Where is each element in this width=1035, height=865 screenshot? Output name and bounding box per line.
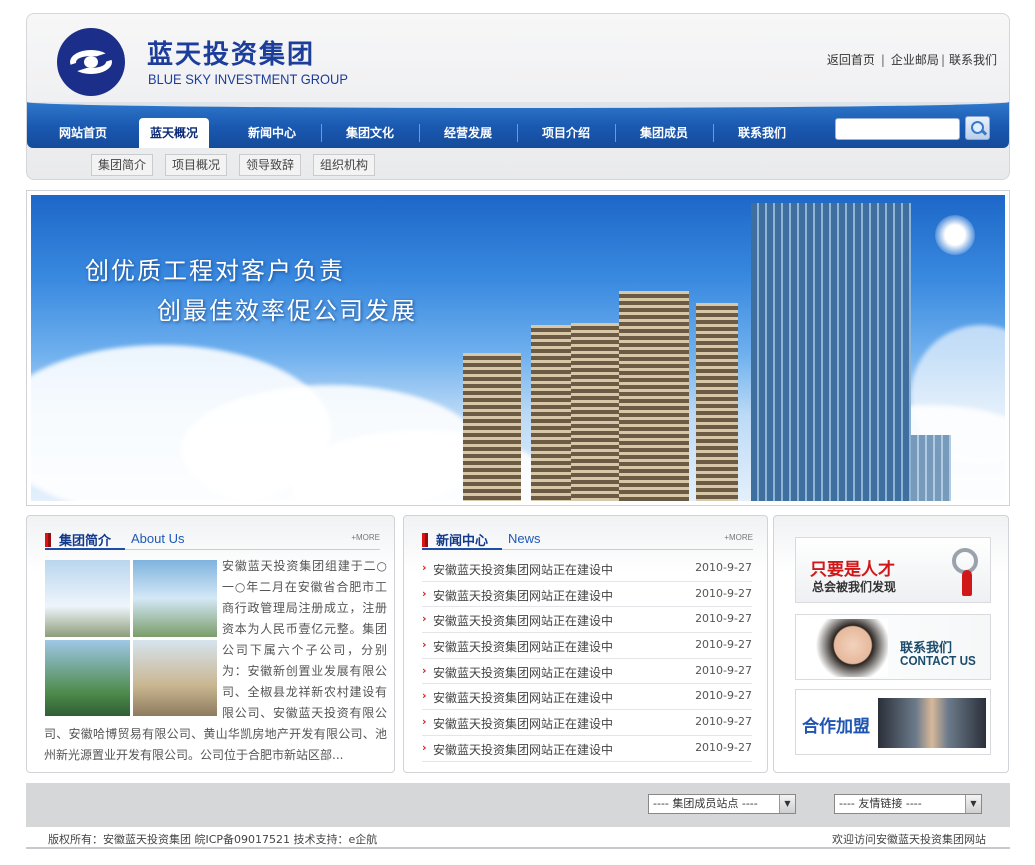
news-item-date: 2010-9-27 bbox=[695, 586, 752, 600]
news-item-title[interactable]: 安徽蓝天投资集团网站正在建设中 bbox=[433, 689, 613, 706]
news-item-title[interactable]: 安徽蓝天投资集团网站正在建设中 bbox=[433, 741, 613, 758]
news-item-title[interactable]: 安徽蓝天投资集团网站正在建设中 bbox=[433, 638, 613, 655]
news-item[interactable]: › 安徽蓝天投资集团网站正在建设中 2010-9-27 bbox=[422, 659, 752, 685]
search-icon[interactable] bbox=[965, 116, 990, 140]
top-links: 返回首页 | 企业邮局 | 联系我们 bbox=[826, 53, 997, 67]
logo-icon[interactable] bbox=[57, 28, 125, 96]
news-item-date: 2010-9-27 bbox=[695, 561, 752, 574]
side-panel: 只要是人才 总会被我们发现 联系我们 CONTACT US 合作加盟 bbox=[773, 515, 1009, 773]
news-item[interactable]: › 安徽蓝天投资集团网站正在建设中 2010-9-27 bbox=[422, 684, 752, 711]
copyright-text: 版权所有：安徽蓝天投资集团 皖ICP备09017521 技术支持：e企航 bbox=[48, 833, 378, 846]
nav-culture[interactable]: 集团文化 bbox=[321, 118, 419, 148]
recruit-subline: 总会被我们发现 bbox=[812, 580, 897, 594]
top-link-mail[interactable]: 企业邮局 bbox=[891, 53, 939, 67]
news-panel: 新闻中心 News +MORE › 安徽蓝天投资集团网站正在建设中 2010-9-2… bbox=[403, 515, 768, 773]
welcome-text: 欢迎访问安徽蓝天投资集团网站 bbox=[832, 833, 986, 846]
about-more-link[interactable]: +MORE bbox=[351, 533, 380, 542]
news-item[interactable]: › 安徽蓝天投资集团网站正在建设中 2010-9-27 bbox=[422, 582, 752, 608]
subnav-projects[interactable]: 项目概况 bbox=[165, 154, 228, 176]
operator-photo bbox=[800, 619, 888, 677]
news-item-date: 2010-9-27 bbox=[695, 740, 752, 754]
about-title-en: About Us bbox=[131, 531, 185, 546]
search-input[interactable] bbox=[835, 118, 960, 140]
top-link-contact[interactable]: 联系我们 bbox=[949, 53, 997, 67]
arrow-icon: › bbox=[422, 612, 427, 626]
news-item-title[interactable]: 安徽蓝天投资集团网站正在建设中 bbox=[433, 715, 613, 732]
sub-nav: 集团简介 项目概况 领导致辞 组织机构 bbox=[91, 154, 376, 176]
news-item-title[interactable]: 安徽蓝天投资集团网站正在建设中 bbox=[433, 612, 613, 629]
about-panel: 集团简介 About Us +MORE 安徽蓝天投资集团组建于二○一○年二月在安… bbox=[26, 515, 395, 773]
recruit-headline: 只要是人才 bbox=[810, 560, 895, 580]
friend-links-select[interactable]: ---- 友情链接 ---- ▼ bbox=[834, 794, 982, 814]
subnav-intro[interactable]: 集团简介 bbox=[91, 154, 154, 176]
banner-image: 创优质工程对客户负责 创最佳效率促公司发展 bbox=[31, 195, 1005, 501]
chevron-down-icon[interactable]: ▼ bbox=[779, 795, 795, 813]
top-link-home[interactable]: 返回首页 bbox=[827, 53, 875, 67]
person-icon bbox=[962, 570, 972, 596]
contact-banner[interactable]: 联系我们 CONTACT US bbox=[795, 614, 991, 680]
arrow-icon: › bbox=[422, 561, 427, 574]
site-header: 蓝天投资集团 BLUE SKY INVESTMENT GROUP 返回首页 | 企业… bbox=[26, 13, 1010, 180]
news-item[interactable]: › 安徽蓝天投资集团网站正在建设中 2010-9-27 bbox=[422, 607, 752, 634]
arrow-icon: › bbox=[422, 740, 427, 754]
member-sites-select[interactable]: ---- 集团成员站点 ---- ▼ bbox=[648, 794, 796, 814]
nav-projects[interactable]: 项目介绍 bbox=[517, 118, 615, 148]
footer-bar: ---- 集团成员站点 ---- ▼ ---- 友情链接 ---- ▼ bbox=[26, 783, 1010, 827]
nav-members[interactable]: 集团成员 bbox=[615, 118, 713, 148]
main-nav-bar: 网站首页 蓝天概况 新闻中心 集团文化 经营发展 项目介绍 集团成员 联系我们 bbox=[27, 102, 1009, 148]
subnav-org[interactable]: 组织机构 bbox=[313, 154, 376, 176]
banner-slogan-1: 创优质工程对客户负责 bbox=[85, 257, 345, 285]
handshake-photo bbox=[878, 698, 986, 748]
member-sites-select-value: ---- 集团成员站点 ---- bbox=[653, 797, 758, 810]
hero-banner: 创优质工程对客户负责 创最佳效率促公司发展 bbox=[26, 190, 1010, 506]
about-title: 集团简介 bbox=[59, 534, 112, 549]
chevron-down-icon[interactable]: ▼ bbox=[965, 795, 981, 813]
partnership-label: 合作加盟 bbox=[802, 717, 870, 737]
news-item[interactable]: › 安徽蓝天投资集团网站正在建设中 2010-9-27 bbox=[422, 736, 752, 762]
subnav-leader[interactable]: 领导致辞 bbox=[239, 154, 302, 176]
main-nav: 网站首页 蓝天概况 新闻中心 集团文化 经营发展 项目介绍 集团成员 联系我们 bbox=[41, 118, 811, 148]
partnership-banner[interactable]: 合作加盟 bbox=[795, 689, 991, 755]
nav-business[interactable]: 经营发展 bbox=[419, 118, 517, 148]
news-panel-header: 新闻中心 News +MORE bbox=[422, 530, 753, 550]
news-title: 新闻中心 bbox=[436, 534, 489, 549]
about-text-block: 安徽蓝天投资集团组建于二○一○年二月在安徽省合肥市工商行政管理局注册成立，注册资… bbox=[44, 556, 387, 766]
news-item[interactable]: › 安徽蓝天投资集团网站正在建设中 2010-9-27 bbox=[422, 710, 752, 736]
arrow-icon: › bbox=[422, 586, 427, 600]
recruit-banner[interactable]: 只要是人才 总会被我们发现 bbox=[795, 537, 991, 603]
logo-title[interactable]: 蓝天投资集团 bbox=[147, 34, 315, 71]
nav-contact[interactable]: 联系我们 bbox=[713, 118, 811, 148]
sun-graphic bbox=[935, 215, 975, 255]
footer: 版权所有：安徽蓝天投资集团 皖ICP备09017521 技术支持：e企航 欢迎访… bbox=[26, 827, 1010, 849]
nav-news[interactable]: 新闻中心 bbox=[223, 118, 321, 148]
nav-home[interactable]: 网站首页 bbox=[41, 118, 125, 148]
about-panel-header: 集团简介 About Us +MORE bbox=[45, 530, 380, 550]
arrow-icon: › bbox=[422, 638, 427, 652]
news-item-date: 2010-9-27 bbox=[695, 612, 752, 626]
news-item-title[interactable]: 安徽蓝天投资集团网站正在建设中 bbox=[433, 561, 613, 578]
news-item-date: 2010-9-27 bbox=[695, 715, 752, 729]
news-item-date: 2010-9-27 bbox=[695, 689, 752, 703]
nav-overview[interactable]: 蓝天概况 bbox=[139, 118, 209, 148]
arrow-icon: › bbox=[422, 663, 427, 677]
banner-slogan-2: 创最佳效率促公司发展 bbox=[157, 297, 417, 325]
news-item-date: 2010-9-27 bbox=[695, 638, 752, 652]
news-title-en: News bbox=[508, 531, 541, 546]
arrow-icon: › bbox=[422, 715, 427, 729]
logo-subtitle: BLUE SKY INVESTMENT GROUP bbox=[148, 71, 348, 87]
arrow-icon: › bbox=[422, 689, 427, 703]
contact-banner-en: CONTACT US bbox=[900, 653, 976, 668]
news-item-title[interactable]: 安徽蓝天投资集团网站正在建设中 bbox=[433, 664, 613, 681]
news-item[interactable]: › 安徽蓝天投资集团网站正在建设中 2010-9-27 bbox=[422, 633, 752, 659]
news-more-link[interactable]: +MORE bbox=[724, 533, 753, 542]
news-item[interactable]: › 安徽蓝天投资集团网站正在建设中 2010-9-27 bbox=[422, 556, 752, 582]
news-item-date: 2010-9-27 bbox=[695, 663, 752, 677]
friend-links-select-value: ---- 友情链接 ---- bbox=[839, 797, 922, 810]
news-list: › 安徽蓝天投资集团网站正在建设中 2010-9-27 › 安徽蓝天投资集团网站正在建… bbox=[422, 556, 752, 762]
news-item-title[interactable]: 安徽蓝天投资集团网站正在建设中 bbox=[433, 587, 613, 604]
